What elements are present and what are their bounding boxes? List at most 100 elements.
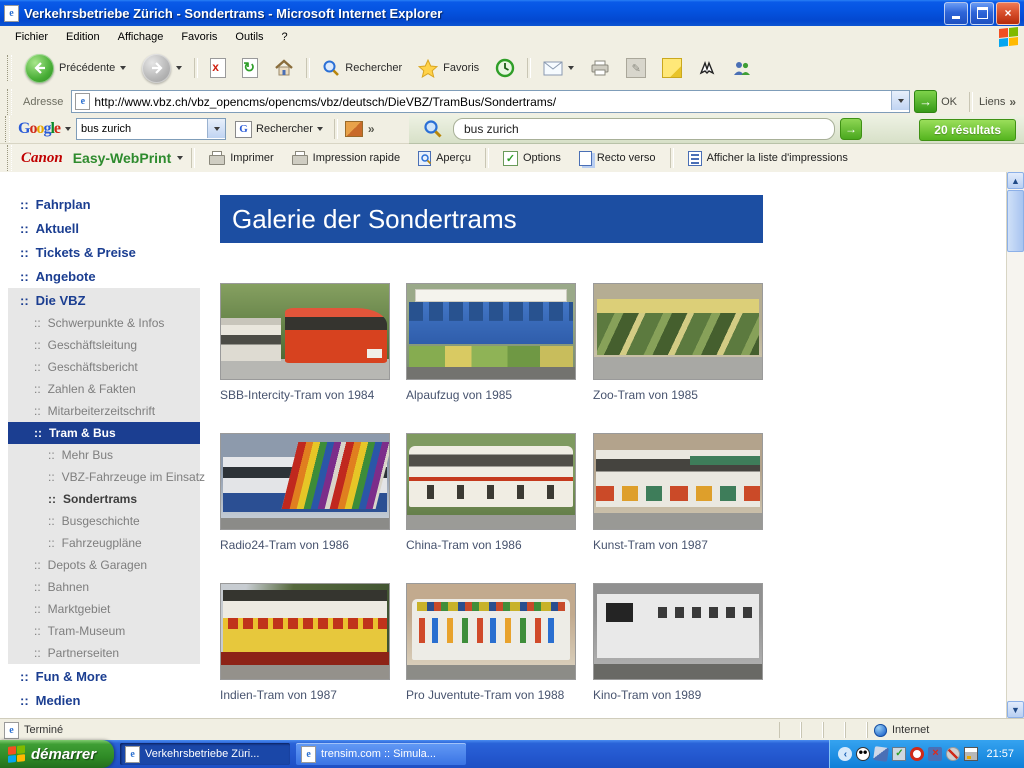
minimize-button[interactable]: [944, 2, 968, 25]
links-button[interactable]: Liens »: [979, 95, 1020, 109]
go-button[interactable]: →: [914, 90, 937, 113]
vertical-scrollbar[interactable]: ▲ ▼: [1006, 172, 1024, 718]
sidebar-item-zahlen[interactable]: ::Zahlen & Fakten: [8, 378, 200, 400]
sidebar-item-marktgebiet[interactable]: ::Marktgebiet: [8, 598, 200, 620]
sidebar-item-aktuell[interactable]: ::Aktuell: [8, 216, 200, 240]
tram-photo-zoo[interactable]: [593, 283, 763, 380]
forward-button[interactable]: [136, 52, 188, 85]
scroll-down-button[interactable]: ▼: [1007, 701, 1024, 718]
tray-error-icon[interactable]: ×: [928, 747, 942, 761]
msn-button[interactable]: [692, 58, 722, 78]
photo-caption: Kunst-Tram von 1987: [593, 538, 780, 552]
toolbar-grip[interactable]: [7, 145, 12, 171]
address-input[interactable]: e http://www.vbz.ch/vbz_opencms/opencms/…: [71, 90, 910, 113]
sidebar-item-mitarbeiterzeitschrift[interactable]: ::Mitarbeiterzeitschrift: [8, 400, 200, 422]
sidebar-item-medien[interactable]: ::Medien: [8, 688, 200, 712]
discuss-button[interactable]: [656, 56, 688, 80]
tram-photo-radio24[interactable]: [220, 433, 390, 530]
tray-printer-icon[interactable]: [964, 747, 978, 761]
tray-monitor-check-icon[interactable]: ✓: [892, 747, 906, 761]
menu-outils[interactable]: Outils: [226, 28, 272, 46]
chevron-overflow-icon[interactable]: »: [368, 122, 375, 136]
tray-red-ring-icon[interactable]: [910, 747, 924, 761]
start-button[interactable]: démarrer: [0, 740, 114, 768]
close-button[interactable]: ×: [996, 2, 1020, 25]
print-button[interactable]: [584, 58, 616, 79]
sidebar-item-bahnen[interactable]: ::Bahnen: [8, 576, 200, 598]
home-button[interactable]: [268, 57, 300, 79]
favorites-star-icon: [418, 59, 438, 78]
sidebar-item-schwerpunkte[interactable]: ::Schwerpunkte & Infos: [8, 312, 200, 334]
maximize-button[interactable]: [970, 2, 994, 25]
edit-button[interactable]: ✎: [620, 56, 652, 80]
sidebar-item-geschaeftsleitung[interactable]: ::Geschäftsleitung: [8, 334, 200, 356]
sidebar-item-vbzfahrzeuge[interactable]: ::VBZ-Fahrzeuge im Einsatz: [8, 466, 200, 488]
google-combo-dropdown[interactable]: [207, 119, 225, 138]
google-logo[interactable]: Google: [18, 120, 60, 138]
back-button[interactable]: Précédente: [19, 52, 132, 85]
menu-edition[interactable]: Edition: [57, 28, 109, 46]
sidebar-item-mehrbus[interactable]: ::Mehr Bus: [8, 444, 200, 466]
canon-duplex-button[interactable]: Recto verso: [573, 149, 662, 168]
mail-button[interactable]: [537, 59, 580, 78]
sidebar-item-fahrplan[interactable]: ::Fahrplan: [8, 192, 200, 216]
sidebar-item-dievbz[interactable]: ::Die VBZ: [8, 288, 200, 312]
sidebar-item-busgeschichte[interactable]: ::Busgeschichte: [8, 510, 200, 532]
secondary-search-input[interactable]: bus zurich: [453, 118, 835, 140]
google-search-input[interactable]: bus zurich: [76, 118, 226, 140]
tram-photo-indien[interactable]: [220, 583, 390, 680]
taskbar-task-vbz[interactable]: e Verkehrsbetriebe Züri...: [120, 743, 290, 765]
canon-print-button[interactable]: Imprimer: [203, 149, 279, 167]
menu-aide[interactable]: ?: [273, 28, 297, 46]
tray-collapse-chevron-icon[interactable]: ‹: [838, 747, 852, 761]
messenger-button[interactable]: [726, 58, 758, 78]
sidebar-item-trambus-selected[interactable]: ::Tram & Bus: [8, 422, 200, 444]
toolbar-grip[interactable]: [7, 55, 12, 81]
history-button[interactable]: [489, 56, 521, 80]
tray-pen-icon[interactable]: [874, 746, 890, 762]
results-count-button[interactable]: 20 résultats: [919, 119, 1016, 141]
secondary-search-go-button[interactable]: →: [840, 118, 862, 140]
tram-photo-china[interactable]: [406, 433, 576, 530]
toolbar-grip[interactable]: [5, 116, 10, 142]
scrollbar-thumb[interactable]: [1007, 190, 1024, 252]
window-titlebar[interactable]: e Verkehrsbetriebe Zürich - Sondertrams …: [0, 0, 1024, 26]
tram-photo-alpaufzug[interactable]: [406, 283, 576, 380]
sidebar-item-tickets[interactable]: ::Tickets & Preise: [8, 240, 200, 264]
google-stamp-icon[interactable]: [345, 121, 363, 137]
tray-blocked-icon[interactable]: [946, 747, 960, 761]
canon-printlist-button[interactable]: Afficher la liste d'impressions: [682, 149, 854, 168]
stop-button[interactable]: x: [204, 56, 232, 80]
sidebar-item-depots[interactable]: ::Depots & Garagen: [8, 554, 200, 576]
favorites-button[interactable]: Favoris: [412, 57, 485, 80]
canon-options-button[interactable]: ✓ Options: [497, 149, 567, 168]
tram-photo-kino[interactable]: [593, 583, 763, 680]
canon-menu-caret-icon[interactable]: [177, 156, 183, 160]
menu-fichier[interactable]: Fichier: [6, 28, 57, 46]
scroll-up-button[interactable]: ▲: [1007, 172, 1024, 189]
tram-photo-sbb-intercity[interactable]: [220, 283, 390, 380]
menu-affichage[interactable]: Affichage: [109, 28, 173, 46]
refresh-button[interactable]: ↻: [236, 56, 264, 80]
google-menu-caret-icon[interactable]: [65, 127, 71, 131]
canon-quickprint-button[interactable]: Impression rapide: [286, 149, 406, 167]
taskbar-clock[interactable]: 21:57: [986, 748, 1014, 760]
tray-panda-icon[interactable]: [856, 747, 870, 761]
tram-photo-projuventute[interactable]: [406, 583, 576, 680]
sidebar-item-partnerseiten[interactable]: ::Partnerseiten: [8, 642, 200, 664]
sidebar-item-angebote[interactable]: ::Angebote: [8, 264, 200, 288]
sidebar-item-fahrzeugplaene[interactable]: ::Fahrzeugpläne: [8, 532, 200, 554]
toolbar-grip[interactable]: [7, 89, 12, 115]
sidebar-item-trammuseum[interactable]: ::Tram-Museum: [8, 620, 200, 642]
menu-favoris[interactable]: Favoris: [172, 28, 226, 46]
sidebar-item-funmore[interactable]: ::Fun & More: [8, 664, 200, 688]
tram-photo-kunst[interactable]: [593, 433, 763, 530]
screen: e Verkehrsbetriebe Zürich - Sondertrams …: [0, 0, 1024, 768]
search-button[interactable]: Rechercher: [316, 57, 408, 79]
sidebar-item-geschaeftsbericht[interactable]: ::Geschäftsbericht: [8, 356, 200, 378]
address-dropdown-button[interactable]: [891, 91, 909, 110]
sidebar-item-sondertrams-current[interactable]: ::Sondertrams: [8, 488, 200, 510]
canon-preview-button[interactable]: Aperçu: [412, 149, 477, 168]
taskbar-task-trensim[interactable]: e trensim.com :: Simula...: [296, 743, 466, 765]
google-search-button[interactable]: G Rechercher: [231, 119, 327, 140]
